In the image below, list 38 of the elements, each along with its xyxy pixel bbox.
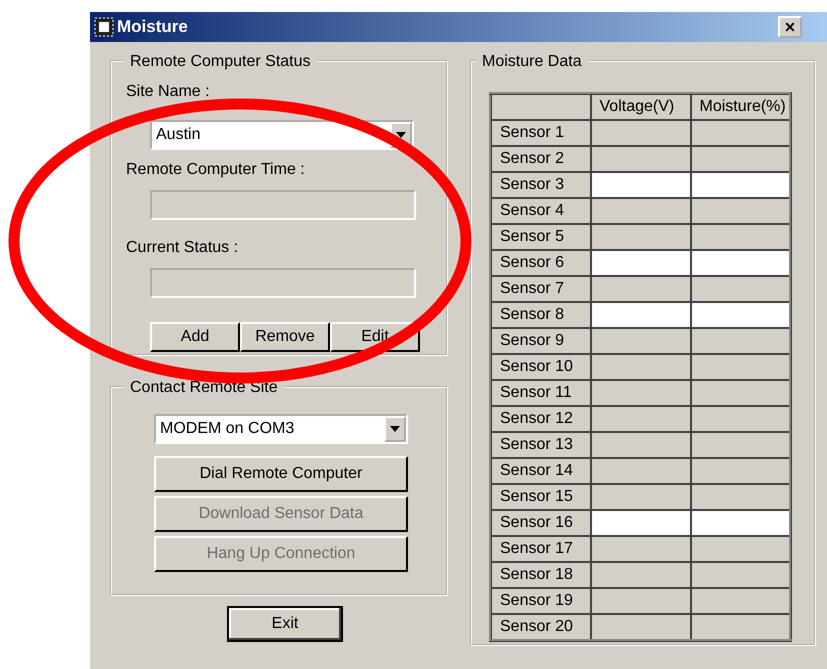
- action-button[interactable]: Dial Remote Computer: [154, 456, 408, 492]
- site-dropdown[interactable]: Austin: [150, 120, 414, 150]
- caret-icon: [390, 426, 400, 432]
- row-header: Sensor 10: [490, 354, 590, 380]
- field-label: Current Status :: [126, 238, 240, 258]
- field-label: Site Name :: [126, 82, 211, 102]
- field-label: Remote Computer Time :: [126, 160, 306, 180]
- row-header: Sensor 9: [490, 328, 590, 354]
- exit-button[interactable]: Exit: [227, 606, 343, 642]
- row-header: Sensor 20: [490, 614, 590, 640]
- row-header: Sensor 13: [490, 432, 590, 458]
- window-title: Moisture: [117, 16, 188, 38]
- row-header: Sensor 12: [490, 406, 590, 432]
- row-header: Sensor 15: [490, 484, 590, 510]
- column-header: Voltage(V): [590, 94, 690, 120]
- app-icon: [94, 17, 114, 37]
- row-header: Sensor 18: [490, 562, 590, 588]
- column-header: Moisture(%): [690, 94, 790, 120]
- row-header: Sensor 11: [490, 380, 590, 406]
- row-header: Sensor 5: [490, 224, 590, 250]
- row-header: Sensor 8: [490, 302, 590, 328]
- action-button[interactable]: Remove: [240, 322, 330, 352]
- close-button[interactable]: ×: [778, 16, 802, 38]
- row-header: Sensor 3: [490, 172, 590, 198]
- port-dropdown[interactable]: MODEM on COM3: [154, 414, 408, 444]
- status-field[interactable]: [150, 268, 416, 298]
- time-field[interactable]: [150, 190, 416, 220]
- row-header: Sensor 17: [490, 536, 590, 562]
- row-header: Sensor 6: [490, 250, 590, 276]
- caret-icon: [396, 132, 406, 138]
- row-header: Sensor 2: [490, 146, 590, 172]
- row-header: Sensor 16: [490, 510, 590, 536]
- action-button[interactable]: Add: [150, 322, 240, 352]
- row-header: Sensor 1: [490, 120, 590, 146]
- row-header: Sensor 4: [490, 198, 590, 224]
- row-header: Sensor 14: [490, 458, 590, 484]
- row-header: Sensor 7: [490, 276, 590, 302]
- row-header: Sensor 19: [490, 588, 590, 614]
